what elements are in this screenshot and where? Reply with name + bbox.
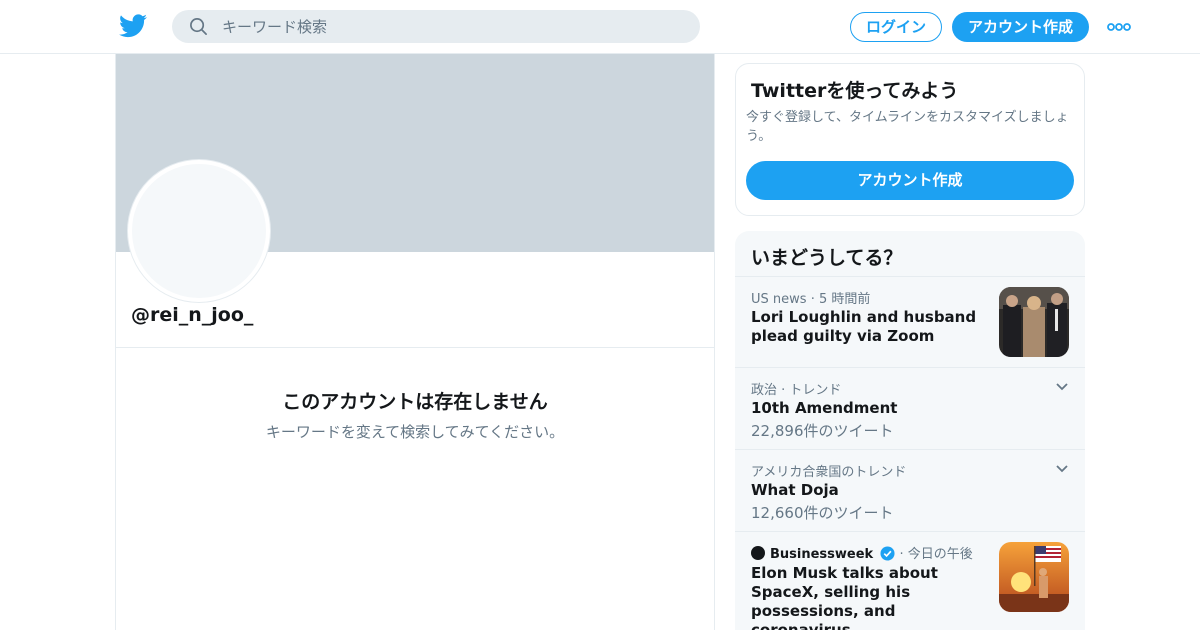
trends-title: いまどうしてる？ <box>751 247 903 269</box>
trend-title: Lori Loughlin and husband plead guilty v… <box>751 308 977 345</box>
separator-dot: · <box>899 547 908 562</box>
trend-title: What Doja <box>751 481 839 499</box>
search-input[interactable] <box>222 10 682 43</box>
search-icon <box>190 18 207 35</box>
trend-count: 12,660件のツイート <box>751 504 894 522</box>
trend-source: US news <box>751 292 807 307</box>
trend-context: アメリカ合衆国のトレンド <box>751 465 907 480</box>
verified-icon <box>880 546 895 561</box>
login-button[interactable]: ログイン <box>850 12 942 42</box>
trend-context: 政治 · トレンド <box>751 383 842 398</box>
trend-item[interactable]: 政治 · トレンド 10th Amendment 22,896件のツイート <box>735 367 1085 449</box>
trend-time: 今日の午後 <box>907 547 973 562</box>
divider <box>116 347 714 348</box>
empty-state-title: このアカウントは存在しません <box>282 391 548 413</box>
trend-meta: Businessweek · 今日の午後 <box>751 543 973 562</box>
trend-count: 22,896件のツイート <box>751 422 894 440</box>
signup-card-description: 今すぐ登録して、タイムラインをカスタマイズしましょう。 <box>746 110 1069 144</box>
trend-item[interactable]: US news · 5 時間前 Lori Loughlin and husban… <box>735 276 1085 367</box>
trend-item[interactable]: Businessweek · 今日の午後 Elon Musk talks abo… <box>735 531 1085 630</box>
twitter-bird-icon[interactable] <box>119 13 147 39</box>
news-thumbnail <box>999 287 1069 357</box>
news-thumbnail <box>999 542 1069 612</box>
trends-panel: いまどうしてる？ US news · 5 時間前 Lori Loughlin a… <box>735 231 1085 630</box>
signup-card-button[interactable]: アカウント作成 <box>746 161 1074 200</box>
trend-meta: US news · 5 時間前 <box>751 288 870 307</box>
avatar <box>128 160 270 302</box>
separator-dot: · <box>810 292 819 307</box>
trend-source: Businessweek <box>770 547 874 562</box>
empty-state-subtitle: キーワードを変えて検索してみてください。 <box>265 423 565 441</box>
trend-title: Elon Musk talks about SpaceX, selling hi… <box>751 564 938 630</box>
trend-time: 5 時間前 <box>818 292 871 307</box>
signup-button[interactable]: アカウント作成 <box>952 12 1089 42</box>
signup-card: Twitterを使ってみよう 今すぐ登録して、タイムラインをカスタマイズしましょ… <box>735 63 1085 216</box>
search-box[interactable] <box>172 10 700 43</box>
businessweek-logo-icon <box>751 546 765 560</box>
more-icon[interactable] <box>1107 20 1131 34</box>
chevron-down-icon[interactable] <box>1055 382 1069 392</box>
profile-column: @rei_n_joo_ このアカウントは存在しません キーワードを変えて検索して… <box>115 54 715 630</box>
chevron-down-icon[interactable] <box>1055 464 1069 474</box>
trend-title: 10th Amendment <box>751 399 898 417</box>
trend-item[interactable]: アメリカ合衆国のトレンド What Doja 12,660件のツイート <box>735 449 1085 531</box>
profile-handle: @rei_n_joo_ <box>131 304 254 326</box>
signup-card-title: Twitterを使ってみよう <box>751 80 959 102</box>
top-bar: ログイン アカウント作成 <box>0 0 1200 54</box>
